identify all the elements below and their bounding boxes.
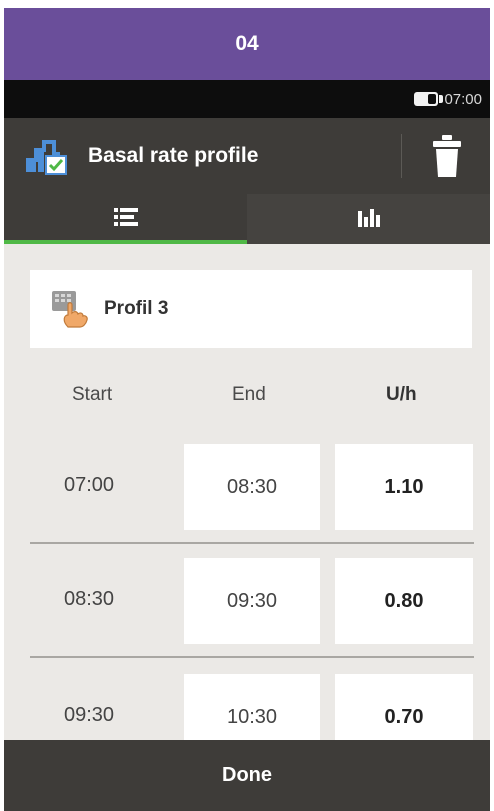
tab-bar [4,194,490,244]
trash-icon[interactable] [432,134,462,178]
tab-list[interactable] [4,194,247,244]
profile-name: Profil 3 [104,298,169,319]
row-end-time[interactable]: 08:30 [184,444,320,530]
row-start-time: 08:30 [64,588,115,610]
tab-chart[interactable] [247,194,490,244]
row-start-time: 09:30 [64,704,115,726]
status-bar: 07:00 [4,80,490,118]
battery-icon [414,92,444,106]
table-row: 07:00 08:30 1.10 [4,444,490,530]
title-divider [401,134,402,178]
row-rate-value[interactable]: 0.70 [335,674,473,740]
done-button[interactable]: Done [4,740,490,811]
row-rate-value[interactable]: 1.10 [335,444,473,530]
row-end-time[interactable]: 10:30 [184,674,320,740]
basal-profile-icon [26,136,70,176]
column-header-end: End [232,384,266,405]
row-divider [30,656,474,658]
list-icon [113,207,138,232]
step-banner: 04 [4,8,490,80]
pump-screen: 04 07:00 Basal rate profile Profil 3 Sta… [0,0,494,811]
row-divider [30,542,474,544]
bar-chart-icon [357,207,380,232]
status-time: 07:00 [444,90,482,108]
table-row: 08:30 09:30 0.80 [4,558,490,644]
row-start-time: 07:00 [64,474,115,496]
column-header-start: Start [72,384,113,405]
hand-select-icon [50,289,90,329]
done-label: Done [222,764,272,786]
row-rate-value[interactable]: 0.80 [335,558,473,644]
step-number: 04 [235,32,259,55]
column-header-rate: U/h [386,384,417,405]
row-end-time[interactable]: 09:30 [184,558,320,644]
table-row: 09:30 10:30 0.70 [4,674,490,740]
profile-content: Profil 3 Start End U/h 07:00 08:30 1.10 … [4,244,490,740]
profile-selector[interactable]: Profil 3 [30,270,472,348]
title-bar: Basal rate profile [4,118,490,194]
page-title: Basal rate profile [88,144,259,167]
